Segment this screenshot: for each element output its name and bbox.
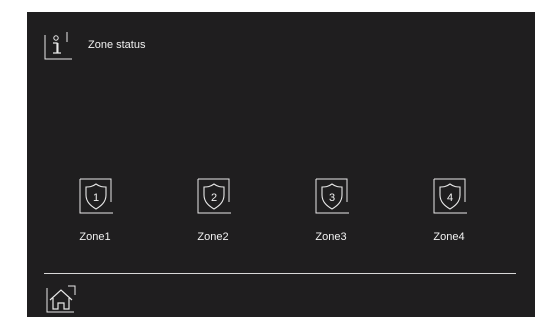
zone-label: Zone1 bbox=[79, 231, 111, 243]
home-icon bbox=[46, 285, 76, 313]
shield-icon: 2 bbox=[197, 178, 231, 214]
zone-number: 3 bbox=[329, 192, 335, 204]
page-title: Zone status bbox=[88, 39, 146, 51]
shield-icon: 1 bbox=[79, 178, 113, 214]
zone-label: Zone3 bbox=[315, 231, 347, 243]
zone-2[interactable]: 2 Zone2 bbox=[173, 178, 253, 248]
zone-status-screen: Zone status 1 Zone1 2 Zone2 3 Zone3 4 Zo… bbox=[27, 12, 535, 317]
zone-label: Zone2 bbox=[197, 231, 229, 243]
shield-icon: 4 bbox=[433, 178, 467, 214]
zone-1[interactable]: 1 Zone1 bbox=[55, 178, 135, 248]
zone-label: Zone4 bbox=[433, 231, 465, 243]
home-button[interactable] bbox=[46, 285, 76, 313]
zone-number: 1 bbox=[93, 192, 99, 204]
zone-number: 4 bbox=[447, 192, 453, 204]
zone-3[interactable]: 3 Zone3 bbox=[291, 178, 371, 248]
zone-4[interactable]: 4 Zone4 bbox=[409, 178, 489, 248]
zone-number: 2 bbox=[211, 192, 217, 204]
shield-icon: 3 bbox=[315, 178, 349, 214]
info-icon bbox=[44, 31, 72, 60]
divider bbox=[44, 273, 516, 274]
